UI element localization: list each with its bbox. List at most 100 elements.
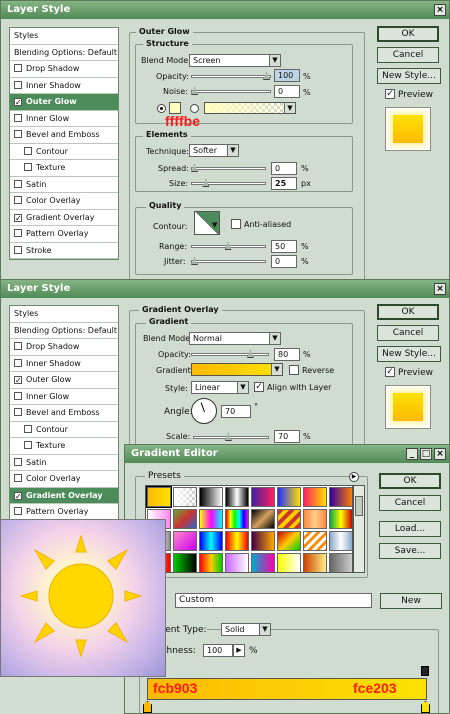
load-button[interactable]: Load... bbox=[379, 521, 441, 537]
noise-slider[interactable] bbox=[191, 87, 271, 95]
scale-slider[interactable] bbox=[193, 433, 269, 441]
style-item-inner-shadow[interactable]: Inner Shadow bbox=[10, 78, 118, 94]
styles-header[interactable]: Styles bbox=[10, 28, 118, 45]
jitter-field[interactable]: 0 bbox=[271, 255, 297, 268]
style-item-stroke[interactable]: Stroke bbox=[10, 243, 118, 259]
style-item-color-overlay[interactable]: Color Overlay bbox=[10, 471, 118, 488]
scale-field[interactable]: 70 bbox=[274, 430, 300, 443]
style-checkbox[interactable] bbox=[14, 80, 22, 89]
gradient-preset-swatch[interactable] bbox=[303, 553, 327, 572]
opacity-field[interactable]: 80 bbox=[274, 348, 300, 361]
style-checkbox[interactable] bbox=[14, 130, 22, 138]
style-checkbox[interactable] bbox=[14, 196, 22, 204]
blend-mode-select[interactable]: Normal ▼ bbox=[189, 332, 281, 345]
style-item-bevel-and-emboss[interactable]: Bevel and Emboss bbox=[10, 405, 118, 422]
blend-mode-select[interactable]: Screen ▼ bbox=[189, 54, 281, 67]
ok-button[interactable]: OK bbox=[377, 304, 439, 320]
style-checkbox[interactable] bbox=[14, 358, 22, 367]
angle-dial[interactable] bbox=[191, 398, 217, 424]
dialog-titlebar[interactable]: Gradient Editor _ □ × bbox=[125, 445, 449, 463]
align-with-layer-checkbox[interactable]: ✓ bbox=[254, 382, 264, 392]
gradient-preset-swatch[interactable] bbox=[146, 486, 172, 508]
spread-field[interactable]: 0 bbox=[271, 162, 297, 175]
gradient-preview-picker[interactable]: ▼ bbox=[191, 363, 283, 376]
style-checkbox[interactable]: ✓ bbox=[14, 376, 22, 385]
gradient-preset-swatch[interactable] bbox=[199, 509, 223, 529]
style-checkbox[interactable]: ✓ bbox=[14, 213, 22, 222]
style-select[interactable]: Linear ▼ bbox=[191, 381, 249, 394]
gradient-preset-swatch[interactable] bbox=[225, 487, 249, 507]
solid-color-radio[interactable] bbox=[157, 104, 166, 113]
style-item-outer-glow[interactable]: ✓ Outer Glow bbox=[10, 372, 118, 389]
style-checkbox[interactable] bbox=[14, 113, 22, 122]
gradient-preset-swatch[interactable] bbox=[225, 509, 249, 529]
style-checkbox[interactable]: ✓ bbox=[14, 98, 22, 107]
gradient-preset-swatch[interactable] bbox=[199, 487, 223, 507]
gradient-preset-swatch[interactable] bbox=[225, 553, 249, 572]
style-item-gradient-overlay[interactable]: ✓ Gradient Overlay bbox=[10, 487, 118, 504]
gradient-type-select[interactable]: Solid ▼ bbox=[221, 623, 271, 636]
size-slider[interactable] bbox=[191, 179, 266, 187]
maximize-icon[interactable]: □ bbox=[420, 448, 432, 460]
gradient-preset-swatch[interactable] bbox=[329, 553, 352, 572]
gradient-preset-swatch[interactable] bbox=[173, 531, 197, 551]
gradient-preset-swatch[interactable] bbox=[173, 553, 197, 572]
glow-gradient-swatch[interactable]: ▼ bbox=[204, 102, 296, 114]
style-checkbox[interactable] bbox=[14, 64, 22, 72]
style-item-contour[interactable]: Contour bbox=[10, 144, 118, 160]
size-field[interactable]: 25 bbox=[271, 177, 297, 190]
gradient-preset-swatch[interactable] bbox=[199, 553, 223, 572]
chevron-down-icon[interactable]: ▼ bbox=[212, 221, 217, 229]
smoothness-field[interactable]: 100 bbox=[203, 644, 233, 657]
new-button[interactable]: New bbox=[380, 593, 442, 609]
save-button[interactable]: Save... bbox=[379, 543, 441, 559]
gradient-radio[interactable] bbox=[190, 104, 199, 113]
cancel-button[interactable]: Cancel bbox=[377, 325, 439, 341]
gradient-preset-swatch[interactable] bbox=[277, 487, 301, 507]
spread-slider[interactable] bbox=[191, 164, 266, 172]
gradient-preset-swatch[interactable] bbox=[277, 531, 301, 551]
style-item-texture[interactable]: Texture bbox=[10, 438, 118, 455]
opacity-slider[interactable] bbox=[191, 72, 271, 80]
style-item-blending-options-default[interactable]: Blending Options: Default bbox=[10, 323, 118, 339]
style-item-outer-glow[interactable]: ✓ Outer Glow bbox=[10, 94, 118, 111]
ok-button[interactable]: OK bbox=[379, 473, 441, 489]
gradient-name-input[interactable]: Custom bbox=[175, 593, 372, 608]
style-checkbox[interactable] bbox=[14, 474, 22, 482]
close-icon[interactable]: × bbox=[434, 448, 446, 460]
gradient-preset-swatch[interactable] bbox=[303, 531, 327, 551]
gradient-preset-swatch[interactable] bbox=[251, 531, 275, 551]
style-checkbox[interactable] bbox=[14, 391, 22, 400]
gradient-preset-swatch[interactable] bbox=[277, 509, 301, 529]
style-item-texture[interactable]: Texture bbox=[10, 160, 118, 177]
gradient-preset-swatch[interactable] bbox=[199, 531, 223, 551]
style-item-color-overlay[interactable]: Color Overlay bbox=[10, 193, 118, 210]
gradient-preset-swatch[interactable] bbox=[173, 509, 197, 529]
style-item-drop-shadow[interactable]: Drop Shadow bbox=[10, 339, 118, 356]
noise-field[interactable]: 0 bbox=[274, 85, 300, 98]
style-item-satin[interactable]: Satin bbox=[10, 455, 118, 471]
angle-field[interactable]: 70 bbox=[221, 405, 251, 418]
gradient-preset-swatch[interactable] bbox=[173, 487, 197, 507]
preview-checkbox[interactable]: ✓ bbox=[385, 367, 395, 377]
style-item-satin[interactable]: Satin bbox=[10, 177, 118, 193]
style-item-pattern-overlay[interactable]: Pattern Overlay bbox=[10, 226, 118, 243]
style-checkbox[interactable] bbox=[14, 245, 22, 254]
dialog-titlebar[interactable]: Layer Style × bbox=[1, 1, 449, 19]
new-style-button[interactable]: New Style... bbox=[377, 346, 441, 362]
style-checkbox[interactable]: ✓ bbox=[14, 491, 22, 500]
styles-header[interactable]: Styles bbox=[10, 306, 118, 323]
style-item-inner-shadow[interactable]: Inner Shadow bbox=[10, 356, 118, 372]
jitter-slider[interactable] bbox=[191, 257, 266, 265]
technique-select[interactable]: Softer ▼ bbox=[189, 144, 239, 157]
style-item-contour[interactable]: Contour bbox=[10, 422, 118, 438]
antialiased-checkbox[interactable] bbox=[231, 219, 241, 229]
gradient-preset-swatch[interactable] bbox=[225, 531, 249, 551]
range-field[interactable]: 50 bbox=[271, 240, 297, 253]
style-checkbox[interactable] bbox=[14, 229, 22, 237]
style-checkbox[interactable] bbox=[14, 342, 22, 350]
gradient-preset-swatch[interactable] bbox=[329, 509, 352, 529]
style-checkbox[interactable] bbox=[14, 507, 22, 515]
style-item-gradient-overlay[interactable]: ✓ Gradient Overlay bbox=[10, 210, 118, 226]
style-checkbox[interactable] bbox=[14, 408, 22, 416]
